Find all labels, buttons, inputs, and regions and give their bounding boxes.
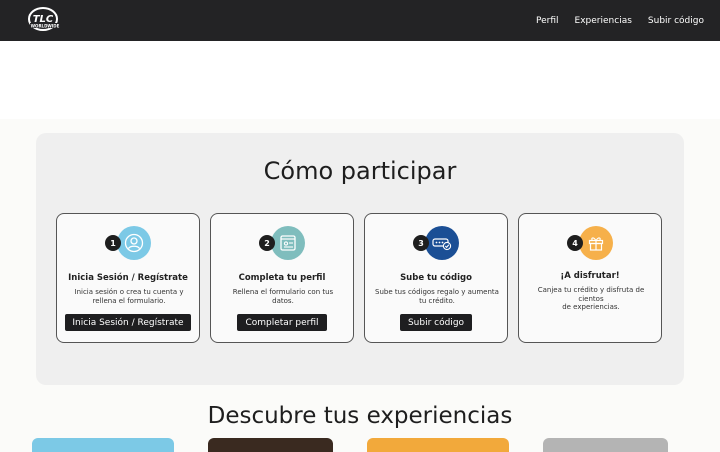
section-title: Cómo participar bbox=[263, 157, 457, 185]
top-navigation-bar: TLC WORLDWIDE Perfil Experiencias Subir … bbox=[0, 0, 720, 41]
profile-form-icon bbox=[271, 226, 305, 260]
step-number-badge: 4 bbox=[567, 235, 583, 251]
step-description: Canjea tu crédito y disfruta de cientos de… bbox=[537, 286, 645, 311]
step-card-2: 2 Completa tu perfil Rellena el formular… bbox=[210, 213, 354, 343]
step-description: Sube tus códigos regalo y aumenta tu créd… bbox=[375, 288, 499, 305]
complete-profile-button[interactable]: Completar perfil bbox=[237, 314, 327, 331]
gift-icon bbox=[579, 226, 613, 260]
step-card-1: 1 Inicia Sesión / Regístrate Inicia sesi… bbox=[56, 213, 200, 343]
step-card-4: 4 ¡A disfrutar! Canjea tu crédito y disf… bbox=[518, 213, 662, 343]
step-number-badge: 3 bbox=[413, 235, 429, 251]
code-check-icon bbox=[425, 226, 459, 260]
how-to-participate-section: Cómo participar 1 Inicia Sesión / Regíst… bbox=[36, 133, 684, 385]
nav-link-experiencias[interactable]: Experiencias bbox=[575, 16, 632, 26]
step-description: Rellena el formulario con tus datos. bbox=[232, 288, 334, 305]
experiences-section-title: Descubre tus experiencias bbox=[207, 403, 513, 429]
login-register-button[interactable]: Inicia Sesión / Regístrate bbox=[65, 314, 191, 331]
nav-link-subir-codigo[interactable]: Subir código bbox=[648, 16, 704, 26]
step-title: Sube tu código bbox=[400, 273, 472, 283]
step-number-badge: 1 bbox=[105, 235, 121, 251]
upload-code-button[interactable]: Subir código bbox=[400, 314, 472, 331]
svg-text:WORLDWIDE: WORLDWIDE bbox=[31, 24, 60, 29]
nav-link-perfil[interactable]: Perfil bbox=[536, 16, 559, 26]
step-title: ¡A disfrutar! bbox=[560, 271, 620, 281]
hero-banner-area bbox=[0, 41, 720, 119]
step-description: Inicia sesión o crea tu cuenta y rellena … bbox=[74, 288, 184, 305]
tlc-worldwide-logo[interactable]: TLC WORLDWIDE bbox=[26, 6, 62, 34]
step-title: Inicia Sesión / Regístrate bbox=[68, 273, 188, 283]
user-icon bbox=[117, 226, 151, 260]
step-title: Completa tu perfil bbox=[238, 273, 326, 283]
step-number-badge: 2 bbox=[259, 235, 275, 251]
main-nav: Perfil Experiencias Subir código bbox=[536, 0, 704, 41]
step-card-3: 3 Sube tu código Sube tus códigos regalo… bbox=[364, 213, 508, 343]
